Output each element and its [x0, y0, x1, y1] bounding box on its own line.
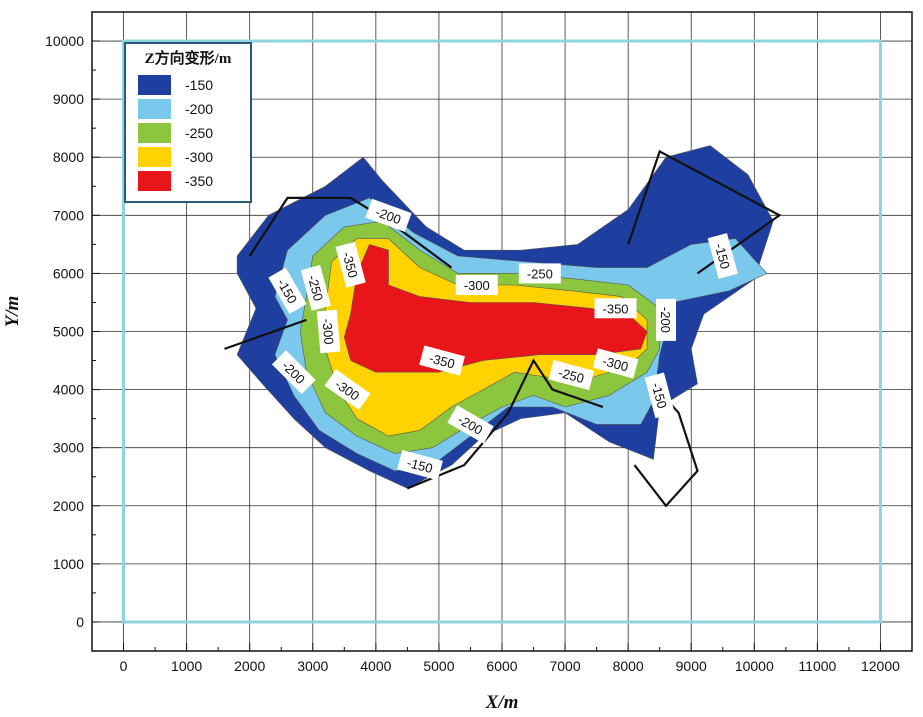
legend-swatch: [138, 171, 171, 191]
y-tick-label: 0: [76, 614, 84, 630]
legend-title: Z方向变形/m: [145, 49, 232, 67]
x-tick-label: 0: [120, 658, 128, 674]
svg-text:-250: -250: [527, 266, 553, 281]
y-tick-label: 9000: [53, 91, 84, 107]
svg-text:-300: -300: [319, 318, 336, 345]
legend-label: -200: [185, 101, 213, 117]
legend-label: -150: [185, 77, 213, 93]
legend-swatch: [138, 123, 171, 143]
y-tick-label: 10000: [45, 33, 84, 49]
y-tick-label: 4000: [53, 382, 84, 398]
contour-label-minus-350: -350: [594, 298, 637, 319]
y-tick-label: 5000: [53, 324, 84, 340]
y-tick-label: 2000: [53, 498, 84, 514]
legend-label: -300: [185, 149, 213, 165]
y-tick-label: 3000: [53, 440, 84, 456]
y-tick-label: 7000: [53, 207, 84, 223]
y-tick-label: 6000: [53, 265, 84, 281]
svg-text:-300: -300: [464, 278, 490, 293]
x-tick-label: 9000: [676, 658, 707, 674]
contour-label-minus-250: -250: [518, 263, 561, 284]
x-axis-title: X/m: [485, 692, 519, 713]
contour-label-minus-300: -300: [455, 275, 498, 296]
y-axis-title: Y/m: [2, 296, 23, 328]
x-tick-label: 11000: [798, 658, 836, 674]
x-tick-label: 7000: [549, 658, 580, 674]
legend-swatch: [138, 147, 171, 167]
y-tick-label: 1000: [53, 556, 84, 572]
contour-label-minus-200: -200: [656, 298, 676, 341]
x-tick-label: 1000: [171, 658, 202, 674]
legend-label: -350: [185, 173, 213, 189]
y-tick-label: 8000: [53, 149, 84, 165]
x-tick-label: 3000: [297, 658, 328, 674]
contour-label-minus-300: -300: [316, 309, 341, 354]
x-tick-label: 12000: [861, 658, 900, 674]
x-tick-label: 2000: [234, 658, 265, 674]
legend: Z方向变形/m -150 -200 -250 -300 -350: [124, 42, 252, 203]
x-tick-label: 8000: [613, 658, 644, 674]
legend-swatch: [138, 99, 171, 119]
x-tick-label: 6000: [486, 658, 517, 674]
contour-chart: -150 -250 -350 -300 -200 -200 -300 -350 -300 -250…: [2, 11, 913, 713]
svg-text:-200: -200: [658, 307, 673, 333]
legend-label: -250: [185, 125, 213, 141]
x-tick-label: 10000: [735, 658, 774, 674]
x-tick-label: 5000: [423, 658, 454, 674]
legend-swatch: [138, 75, 171, 95]
x-tick-label: 4000: [360, 658, 391, 674]
svg-text:-350: -350: [603, 301, 629, 316]
